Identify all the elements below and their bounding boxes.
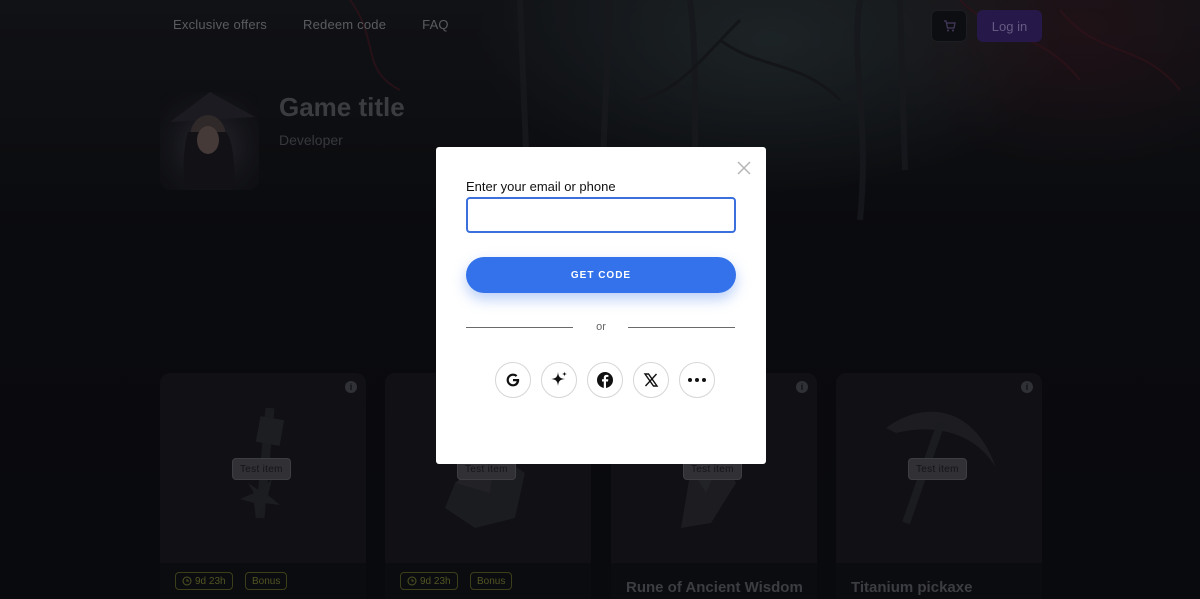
sparkle-login-button[interactable] [541, 362, 577, 398]
more-login-options-button[interactable] [679, 362, 715, 398]
facebook-icon [597, 372, 613, 388]
sparkle-icon [551, 371, 567, 386]
google-login-button[interactable] [495, 362, 531, 398]
more-icon [688, 378, 706, 382]
close-icon [737, 161, 751, 175]
close-button[interactable] [736, 160, 752, 176]
x-login-button[interactable] [633, 362, 669, 398]
facebook-login-button[interactable] [587, 362, 623, 398]
login-modal: Enter your email or phone GET CODE or [436, 147, 766, 464]
email-or-phone-input[interactable] [466, 197, 736, 233]
divider-right [628, 327, 735, 328]
google-icon [506, 373, 520, 387]
x-icon [643, 373, 659, 387]
social-login-row [495, 362, 715, 398]
get-code-button[interactable]: GET CODE [466, 257, 736, 293]
email-field-label: Enter your email or phone [466, 179, 616, 194]
